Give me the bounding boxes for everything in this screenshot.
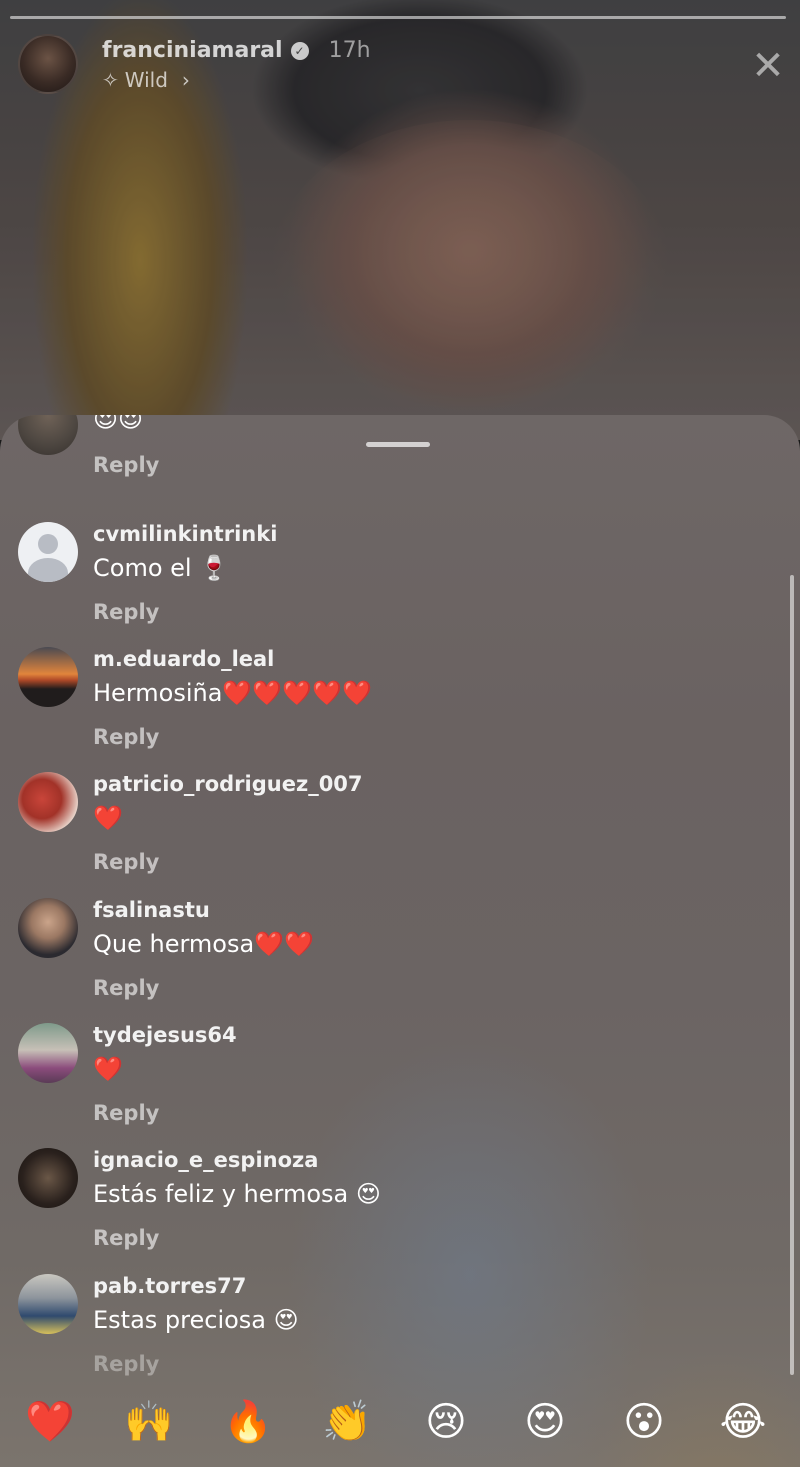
comment-avatar[interactable]	[18, 1148, 78, 1208]
laughing-reaction-icon[interactable]: 😂	[713, 1392, 773, 1452]
comments-sheet: 😍😍 Reply cvmilinkintrinki Como el 🍷 Repl…	[0, 415, 800, 1467]
comment-username[interactable]: patricio_rodriguez_007	[93, 772, 363, 796]
comment-avatar[interactable]	[18, 1023, 78, 1083]
crying-reaction-icon[interactable]: 😢	[416, 1392, 476, 1452]
comment-text: Estás feliz y hermosa 😍	[93, 1180, 381, 1208]
story-music-link[interactable]: ✧ Wild ›	[102, 68, 190, 92]
fire-reaction-icon[interactable]: 🔥	[218, 1392, 278, 1452]
comment-avatar[interactable]	[18, 898, 78, 958]
reply-button[interactable]: Reply	[93, 725, 159, 749]
comment-text: ❤️	[93, 1055, 123, 1083]
comment-text: Estas preciosa 😍	[93, 1306, 299, 1334]
comment-item: patricio_rodriguez_007 ❤️ Reply	[18, 772, 758, 882]
comment-avatar[interactable]	[18, 772, 78, 832]
comment-item: tydejesus64 ❤️ Reply	[18, 1023, 758, 1133]
sparkle-music-icon: ✧	[102, 68, 119, 92]
close-icon[interactable]: ✕	[748, 46, 788, 86]
story-author[interactable]: franciniamaral ✓ 17h	[102, 38, 371, 63]
story-timestamp: 17h	[328, 38, 371, 63]
chevron-right-icon: ›	[181, 68, 190, 92]
quick-reaction-bar: ❤️ 🙌 🔥 👏 😢 😍 😮 😂	[0, 1392, 800, 1462]
comment-text: 😍😍	[93, 415, 144, 433]
verified-badge-icon: ✓	[290, 41, 309, 60]
reply-button[interactable]: Reply	[93, 1352, 159, 1376]
reply-button[interactable]: Reply	[93, 1226, 159, 1250]
story-photo	[270, 120, 670, 420]
comment-item: m.eduardo_leal Hermosiña❤️❤️❤️❤️❤️ Reply	[18, 647, 758, 757]
comment-username[interactable]: cvmilinkintrinki	[93, 522, 277, 546]
reply-button[interactable]: Reply	[93, 1101, 159, 1125]
comment-username[interactable]: fsalinastu	[93, 898, 210, 922]
reply-button[interactable]: Reply	[93, 453, 159, 477]
comment-item: fsalinastu Que hermosa❤️❤️ Reply	[18, 898, 758, 1008]
comment-text: Como el 🍷	[93, 554, 230, 582]
comment-username[interactable]: tydejesus64	[93, 1023, 237, 1047]
story-header: franciniamaral ✓ 17h ✧ Wild › ✕	[18, 34, 788, 94]
comment-item: pab.torres77 Estas preciosa 😍 Reply	[18, 1274, 758, 1384]
comment-text: Que hermosa❤️❤️	[93, 930, 314, 958]
comment-username[interactable]: ignacio_e_espinoza	[93, 1148, 318, 1172]
music-title: Wild	[124, 68, 168, 92]
comment-avatar[interactable]	[18, 1274, 78, 1334]
comment-avatar[interactable]	[18, 647, 78, 707]
reply-button[interactable]: Reply	[93, 600, 159, 624]
raised-hands-reaction-icon[interactable]: 🙌	[119, 1392, 179, 1452]
comment-item: 😍😍 Reply	[18, 415, 758, 495]
comment-item: ignacio_e_espinoza Estás feliz y hermosa…	[18, 1148, 758, 1258]
heart-eyes-reaction-icon[interactable]: 😍	[515, 1392, 575, 1452]
reply-button[interactable]: Reply	[93, 850, 159, 874]
story-progress-bar	[10, 16, 786, 19]
comments-scrollbar[interactable]	[790, 575, 794, 1375]
surprised-reaction-icon[interactable]: 😮	[614, 1392, 674, 1452]
story-author-avatar[interactable]	[18, 34, 78, 94]
comment-avatar[interactable]	[18, 522, 78, 582]
comment-avatar[interactable]	[18, 415, 78, 455]
story-username[interactable]: franciniamaral	[102, 38, 283, 63]
comment-username[interactable]: pab.torres77	[93, 1274, 246, 1298]
clapping-reaction-icon[interactable]: 👏	[317, 1392, 377, 1452]
comment-text: ❤️	[93, 804, 123, 832]
comment-item: cvmilinkintrinki Como el 🍷 Reply	[18, 522, 758, 632]
comment-text: Hermosiña❤️❤️❤️❤️❤️	[93, 679, 372, 707]
heart-reaction-icon[interactable]: ❤️	[20, 1392, 80, 1452]
comment-username[interactable]: m.eduardo_leal	[93, 647, 274, 671]
reply-button[interactable]: Reply	[93, 976, 159, 1000]
